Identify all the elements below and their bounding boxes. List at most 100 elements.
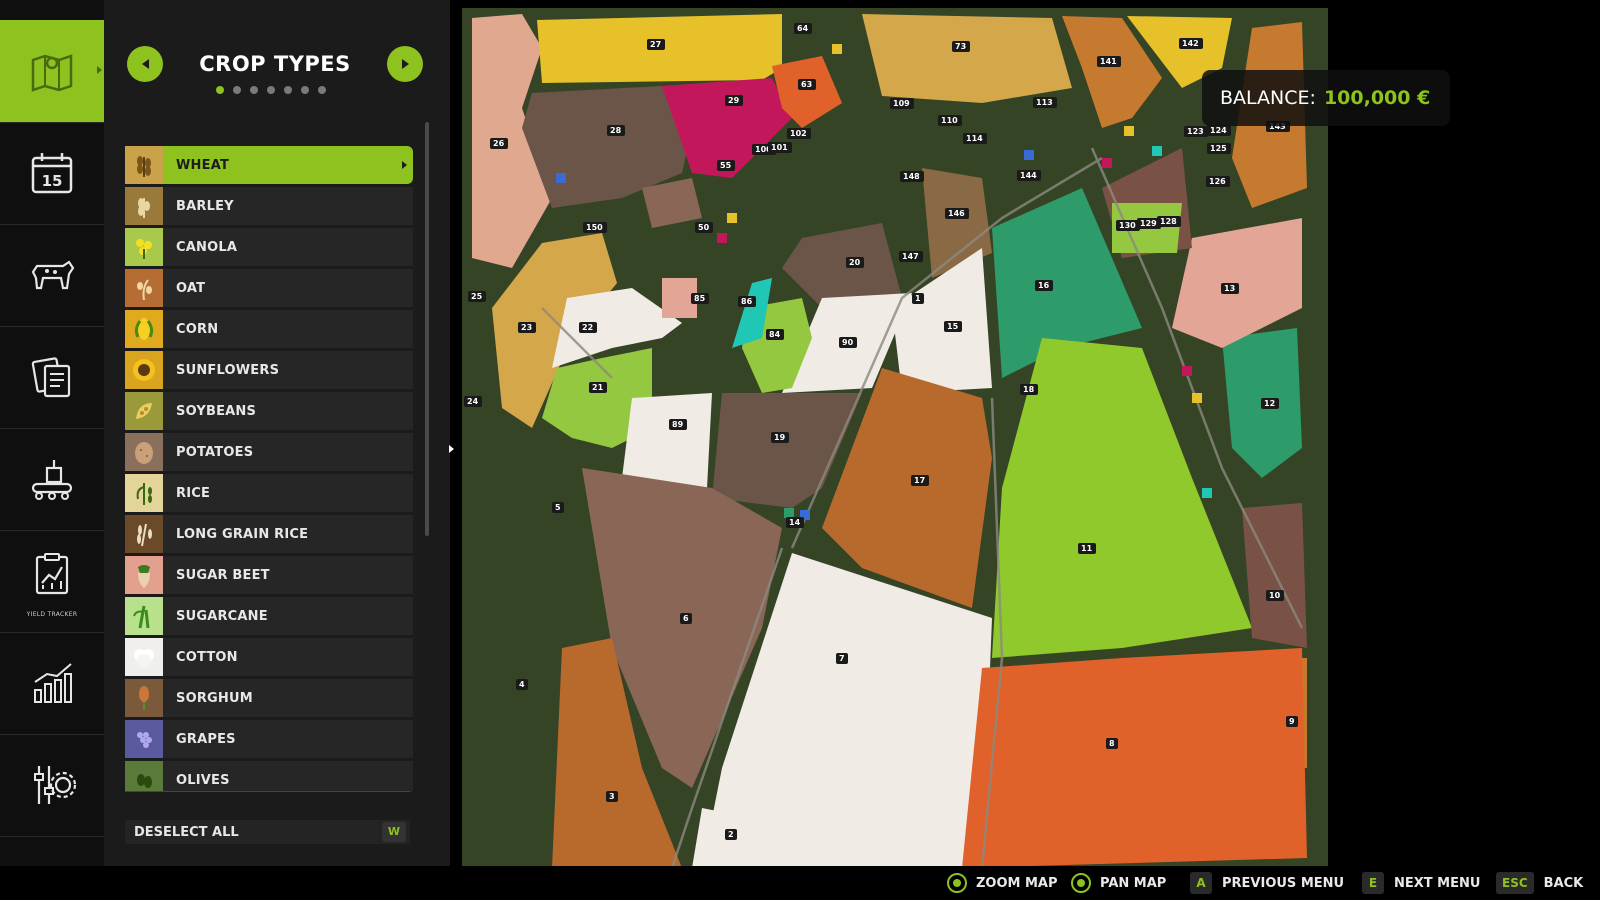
yield-tracker-menu-tab[interactable]: YIELD TRACKER <box>0 530 104 633</box>
map-canvas[interactable]: 1234567891011121314151617181920212223242… <box>462 8 1328 869</box>
production-menu-tab[interactable] <box>0 428 104 531</box>
statistics-menu-tab[interactable] <box>0 632 104 735</box>
field-number-8[interactable]: 8 <box>1109 739 1115 748</box>
field-number-142[interactable]: 142 <box>1182 39 1199 48</box>
zoom-map-hint[interactable]: ZOOM MAP <box>946 872 1058 894</box>
field-number-18[interactable]: 18 <box>1023 385 1035 394</box>
field-number-9[interactable]: 9 <box>1289 717 1295 726</box>
field-number-86[interactable]: 86 <box>741 297 753 306</box>
field-number-29[interactable]: 29 <box>728 96 740 105</box>
crop-item-rice[interactable]: RICE <box>125 474 413 512</box>
field-number-23[interactable]: 23 <box>521 323 532 332</box>
field-number-146[interactable]: 146 <box>948 209 965 218</box>
pan-map-hint[interactable]: PAN MAP <box>1070 872 1166 894</box>
crop-item-canola[interactable]: CANOLA <box>125 228 413 266</box>
field-number-147[interactable]: 147 <box>902 252 919 261</box>
field-number-73[interactable]: 73 <box>955 42 966 51</box>
field-number-64[interactable]: 64 <box>797 24 809 33</box>
field-number-55[interactable]: 55 <box>720 161 732 170</box>
field-73[interactable] <box>862 14 1072 103</box>
field-number-114[interactable]: 114 <box>966 134 983 143</box>
page-dot[interactable] <box>301 86 309 94</box>
field-number-10[interactable]: 10 <box>1269 591 1281 600</box>
crop-list-scrollbar[interactable] <box>425 122 429 536</box>
field-number-123[interactable]: 123 <box>1187 127 1204 136</box>
field-number-16[interactable]: 16 <box>1038 281 1050 290</box>
field-number-50[interactable]: 50 <box>698 223 710 232</box>
collapse-panel-arrow-icon[interactable] <box>449 445 454 453</box>
field-number-6[interactable]: 6 <box>683 614 689 623</box>
previous-menu-hint[interactable]: A PREVIOUS MENU <box>1190 872 1344 894</box>
crop-item-barley[interactable]: BARLEY <box>125 187 413 225</box>
field-number-141[interactable]: 141 <box>1100 57 1117 66</box>
crop-item-grapes[interactable]: GRAPES <box>125 720 413 758</box>
field-number-13[interactable]: 13 <box>1224 284 1235 293</box>
field-number-11[interactable]: 11 <box>1081 544 1093 553</box>
field-number-125[interactable]: 125 <box>1210 144 1227 153</box>
field-number-25[interactable]: 25 <box>471 292 483 301</box>
crop-item-sugar-beet[interactable]: SUGAR BEET <box>125 556 413 594</box>
field-number-3[interactable]: 3 <box>609 792 615 801</box>
page-dot[interactable] <box>216 86 224 94</box>
crop-item-olives[interactable]: OLIVES <box>125 761 413 792</box>
crop-item-long-grain-rice[interactable]: LONG GRAIN RICE <box>125 515 413 553</box>
next-page-button[interactable] <box>387 46 423 82</box>
field-number-128[interactable]: 128 <box>1160 217 1177 226</box>
page-dot[interactable] <box>233 86 241 94</box>
field-number-4[interactable]: 4 <box>519 680 525 689</box>
field-number-113[interactable]: 113 <box>1036 98 1053 107</box>
field-number-5[interactable]: 5 <box>555 503 561 512</box>
field-number-102[interactable]: 102 <box>790 129 807 138</box>
field-number-90[interactable]: 90 <box>842 338 854 347</box>
crop-item-oat[interactable]: OAT <box>125 269 413 307</box>
field-number-22[interactable]: 22 <box>582 323 593 332</box>
field-number-15[interactable]: 15 <box>947 322 959 331</box>
field-number-150[interactable]: 150 <box>586 223 603 232</box>
field-number-2[interactable]: 2 <box>728 830 734 839</box>
field-number-129[interactable]: 129 <box>1140 219 1157 228</box>
field-number-89[interactable]: 89 <box>672 420 684 429</box>
next-menu-hint[interactable]: E NEXT MENU <box>1362 872 1480 894</box>
crop-item-soybeans[interactable]: SOYBEANS <box>125 392 413 430</box>
field-number-20[interactable]: 20 <box>849 258 861 267</box>
deselect-all-button[interactable]: DESELECT ALL W <box>125 820 410 844</box>
field-number-1[interactable]: 1 <box>915 294 921 303</box>
crop-item-wheat[interactable]: WHEAT <box>125 146 413 184</box>
field-number-144[interactable]: 144 <box>1020 171 1037 180</box>
field-8[interactable] <box>962 648 1307 868</box>
field-number-148[interactable]: 148 <box>903 172 920 181</box>
field-number-12[interactable]: 12 <box>1264 399 1275 408</box>
calendar-menu-tab[interactable]: 15 <box>0 122 104 225</box>
field-number-63[interactable]: 63 <box>801 80 812 89</box>
back-hint[interactable]: ESC BACK <box>1496 872 1583 894</box>
field-number-84[interactable]: 84 <box>769 330 781 339</box>
field-number-26[interactable]: 26 <box>493 139 505 148</box>
crop-item-sugarcane[interactable]: SUGARCANE <box>125 597 413 635</box>
animals-menu-tab[interactable] <box>0 224 104 327</box>
field-number-109[interactable]: 109 <box>893 99 910 108</box>
field-number-7[interactable]: 7 <box>839 654 845 663</box>
field-number-85[interactable]: 85 <box>694 294 706 303</box>
crop-item-sunflowers[interactable]: SUNFLOWERS <box>125 351 413 389</box>
field-number-24[interactable]: 24 <box>467 397 479 406</box>
field-number-28[interactable]: 28 <box>610 126 622 135</box>
map-menu-tab[interactable] <box>0 20 104 123</box>
field-number-110[interactable]: 110 <box>941 116 958 125</box>
crop-item-corn[interactable]: CORN <box>125 310 413 348</box>
field-number-14[interactable]: 14 <box>789 518 801 527</box>
contracts-menu-tab[interactable] <box>0 326 104 429</box>
crop-item-cotton[interactable]: COTTON <box>125 638 413 676</box>
page-dot[interactable] <box>250 86 258 94</box>
field-number-27[interactable]: 27 <box>650 40 661 49</box>
field-number-21[interactable]: 21 <box>592 383 604 392</box>
field-number-130[interactable]: 130 <box>1119 221 1136 230</box>
farm-map[interactable]: 1 2 3 4 5 6 7 8 9 10 11 12 13 14 15 16 17 18 19 20 21 22 23 24 2… <box>462 8 1328 869</box>
crop-item-potatoes[interactable]: POTATOES <box>125 433 413 471</box>
page-dot[interactable] <box>284 86 292 94</box>
field-number-126[interactable]: 126 <box>1209 177 1226 186</box>
crop-item-sorghum[interactable]: SORGHUM <box>125 679 413 717</box>
page-dot[interactable] <box>267 86 275 94</box>
page-dot[interactable] <box>318 86 326 94</box>
field-number-124[interactable]: 124 <box>1210 126 1227 135</box>
field-89[interactable] <box>622 393 712 488</box>
